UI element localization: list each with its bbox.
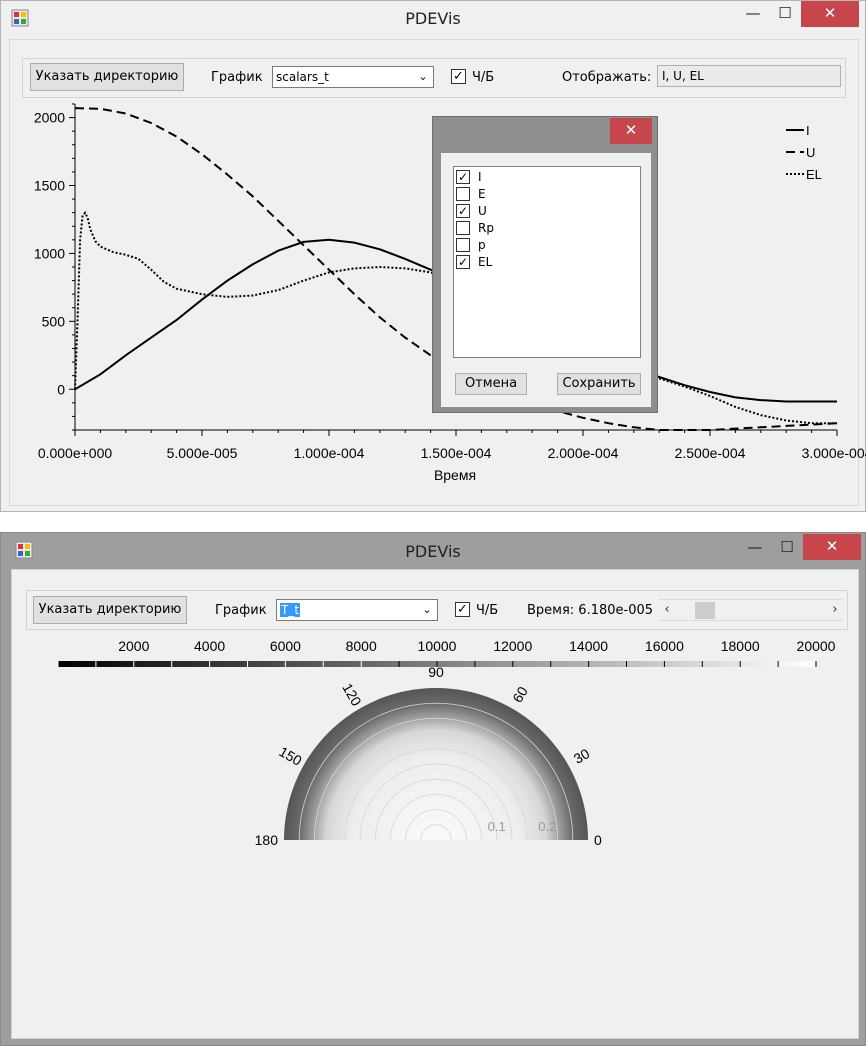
x-tick-label: 5.000e-005 — [167, 445, 238, 461]
select-directory-button-2[interactable]: Указать директорию — [33, 596, 187, 624]
bw-label-2: Ч/Б — [476, 603, 499, 618]
toolbar-2: Указать директорию График T_t ⌄ ✓ Ч/Б Вр… — [26, 590, 848, 630]
slider-right-arrow[interactable]: › — [827, 600, 843, 620]
legend-label: EL — [806, 167, 822, 182]
list-item-checkbox[interactable] — [456, 238, 470, 252]
list-item-checkbox[interactable]: ✓ — [456, 204, 470, 218]
chart-select-2[interactable]: T_t ⌄ — [276, 599, 438, 621]
chevron-down-icon: ⌄ — [422, 603, 432, 616]
x-axis-label: Время — [434, 467, 476, 483]
slider-left-arrow[interactable]: ‹ — [659, 600, 675, 620]
maximize-button-2[interactable]: ☐ — [773, 535, 801, 561]
y-tick-label: 1500 — [34, 178, 65, 194]
list-item-checkbox[interactable] — [456, 187, 470, 201]
x-tick-label: 1.500e-004 — [421, 445, 492, 461]
y-tick-label: 0 — [57, 381, 65, 397]
series-listbox[interactable]: ✓ I E ✓ U Rp p ✓ EL — [453, 166, 641, 358]
client-area-2: Указать директорию График T_t ⌄ ✓ Ч/Б Вр… — [11, 569, 859, 1039]
window-title-2: PDEVis — [405, 542, 461, 561]
list-item-checkbox[interactable]: ✓ — [456, 170, 470, 184]
dialog-body: ✓ I E ✓ U Rp p ✓ EL Отмена Сохранить — [441, 153, 651, 407]
legend-label: I — [806, 123, 810, 138]
list-item-label: U — [478, 204, 487, 218]
list-item-label: E — [478, 187, 486, 201]
legend: IU EL — [786, 123, 822, 182]
dialog-close-button[interactable]: ✕ — [610, 118, 652, 144]
list-item-checkbox[interactable]: ✓ — [456, 255, 470, 269]
series-select-dialog: ✕ ✓ I E ✓ U Rp p ✓ EL Отмена Сохранить — [432, 116, 658, 413]
list-item-label: I — [478, 170, 482, 184]
chart-label-2: График — [215, 603, 267, 618]
x-tick-label: 3.000e-004 — [802, 445, 866, 461]
x-tick-label: 2.000e-004 — [548, 445, 619, 461]
bw-checkbox-2[interactable]: ✓ — [455, 602, 470, 617]
legend-label: U — [806, 145, 815, 160]
y-tick-label: 2000 — [34, 110, 65, 126]
y-tick-label: 500 — [42, 313, 66, 329]
window-polar: PDEVis — ☐ ✕ Указать директорию График T… — [0, 532, 866, 1046]
list-item-label: Rp — [478, 221, 494, 235]
time-slider[interactable]: ‹ › — [659, 599, 843, 621]
x-tick-label: 2.500e-004 — [675, 445, 746, 461]
x-tick-label: 1.000e-004 — [294, 445, 365, 461]
titlebar-2: PDEVis — ☐ ✕ — [1, 533, 865, 567]
list-item-label: EL — [478, 255, 493, 269]
save-button[interactable]: Сохранить — [557, 373, 641, 395]
y-tick-label: 1000 — [34, 245, 65, 261]
time-label: Время: 6.180e-005 — [527, 603, 654, 618]
slider-thumb[interactable] — [694, 602, 715, 619]
cancel-button[interactable]: Отмена — [455, 373, 527, 395]
close-button-2[interactable]: ✕ — [803, 534, 861, 560]
list-item-label: p — [478, 238, 486, 252]
minimize-button-2[interactable]: — — [741, 535, 769, 561]
chart-select-value-2: T_t — [280, 603, 301, 617]
list-item-checkbox[interactable] — [456, 221, 470, 235]
x-tick-label: 0.000e+000 — [38, 445, 113, 461]
